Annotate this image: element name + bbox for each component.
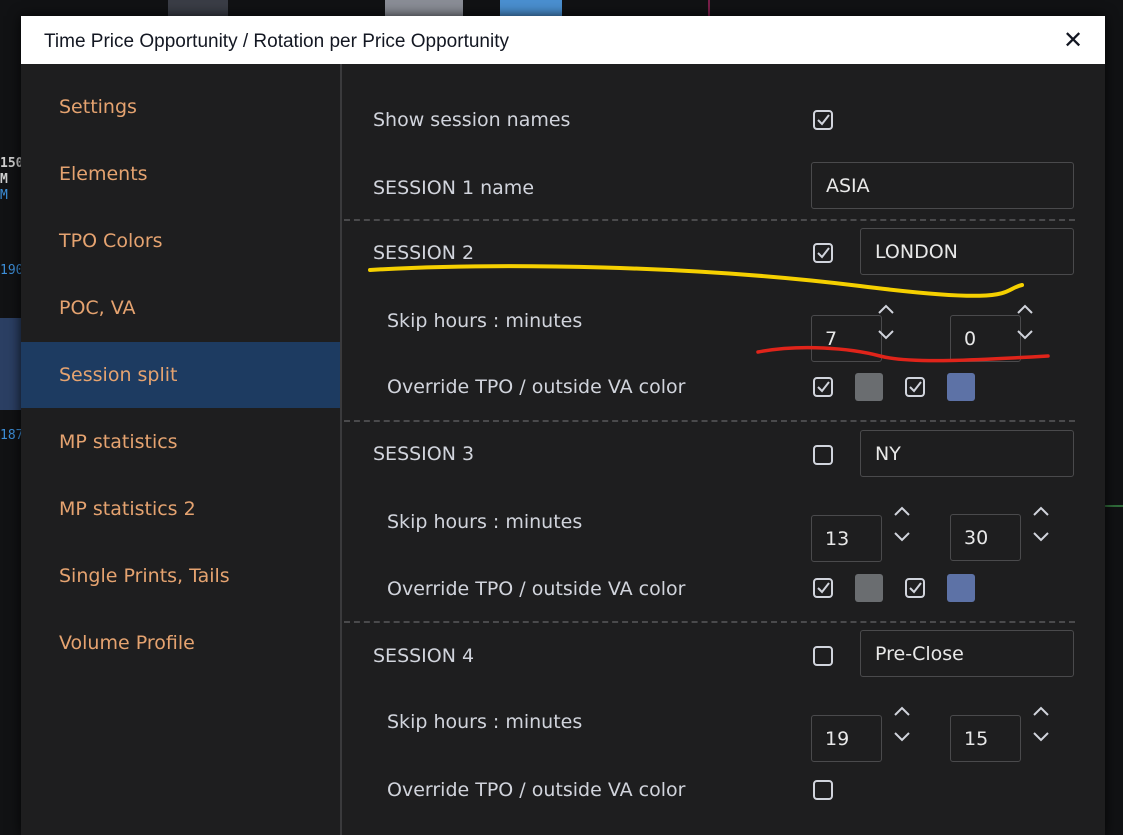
dialog-titlebar: Time Price Opportunity / Rotation per Pr…: [21, 16, 1105, 64]
sidebar-item-label: MP statistics: [59, 431, 178, 453]
session4-name-input[interactable]: Pre-Close: [860, 630, 1074, 677]
show-session-names-label: Show session names: [373, 109, 571, 131]
session2-label: SESSION 2: [373, 242, 475, 264]
session2-skip-label: Skip hours : minutes: [387, 310, 583, 332]
session2-va-override-checkbox[interactable]: [905, 377, 925, 397]
session3-va-color-swatch[interactable]: [947, 574, 975, 602]
price-label: M: [0, 188, 8, 203]
sidebar-item-label: Settings: [59, 96, 137, 118]
sidebar-item-mp-statistics[interactable]: MP statistics: [21, 409, 340, 475]
session4-override-checkbox[interactable]: [813, 780, 833, 800]
session3-minutes-value: 30: [964, 526, 989, 549]
minutes-stepper-icon[interactable]: [1029, 504, 1053, 544]
session2-minutes-value: 0: [964, 327, 977, 350]
session4-label: SESSION 4: [373, 645, 475, 667]
session3-skip-label: Skip hours : minutes: [387, 511, 583, 533]
session1-name-input[interactable]: ASIA: [811, 162, 1074, 209]
close-icon[interactable]: ✕: [1061, 28, 1085, 52]
session3-minutes-input[interactable]: 30: [950, 514, 1021, 561]
session2-override-label: Override TPO / outside VA color: [387, 376, 686, 398]
session1-name-value: ASIA: [826, 174, 870, 197]
settings-sidebar: Settings Elements TPO Colors POC, VA Ses…: [21, 64, 342, 835]
sidebar-item-session-split[interactable]: Session split: [21, 342, 340, 408]
session2-tpo-override-checkbox[interactable]: [813, 377, 833, 397]
session4-minutes-value: 15: [964, 727, 989, 750]
checkmark-icon: [817, 582, 830, 594]
sidebar-item-label: Single Prints, Tails: [59, 565, 230, 587]
session4-skip-label: Skip hours : minutes: [387, 711, 583, 733]
section-divider: [344, 420, 1075, 422]
session3-va-override-checkbox[interactable]: [905, 578, 925, 598]
session2-va-color-swatch[interactable]: [947, 373, 975, 401]
sidebar-item-elements[interactable]: Elements: [21, 141, 340, 207]
sidebar-item-tpo-colors[interactable]: TPO Colors: [21, 208, 340, 274]
dialog-title: Time Price Opportunity / Rotation per Pr…: [44, 31, 509, 52]
chart-bar: [385, 0, 463, 16]
session4-hours-input[interactable]: 19: [811, 715, 882, 762]
checkmark-icon: [909, 381, 922, 393]
session2-name-value: LONDON: [875, 240, 958, 263]
session3-tpo-override-checkbox[interactable]: [813, 578, 833, 598]
session2-enabled-checkbox[interactable]: [813, 243, 833, 263]
session3-label: SESSION 3: [373, 443, 475, 465]
checkmark-icon: [817, 381, 830, 393]
sidebar-item-volume-profile[interactable]: Volume Profile: [21, 610, 340, 676]
session2-hours-value: 7: [825, 327, 838, 350]
session4-hours-value: 19: [825, 727, 850, 750]
session-split-panel: Show session names SESSION 1 name ASIA S…: [342, 64, 1105, 835]
session4-name-value: Pre-Close: [875, 642, 964, 665]
session3-hours-input[interactable]: 13: [811, 515, 882, 562]
session4-minutes-input[interactable]: 15: [950, 715, 1021, 762]
minutes-stepper-icon[interactable]: [1029, 704, 1053, 744]
session3-name-value: NY: [875, 442, 901, 465]
checkmark-icon: [817, 114, 830, 126]
hours-stepper-icon[interactable]: [890, 704, 914, 744]
session2-tpo-color-swatch[interactable]: [855, 373, 883, 401]
sidebar-item-settings[interactable]: Settings: [21, 74, 340, 140]
sidebar-item-label: MP statistics 2: [59, 498, 196, 520]
hours-stepper-icon[interactable]: [874, 302, 898, 342]
chart-bar: [168, 0, 228, 16]
session3-enabled-checkbox[interactable]: [813, 445, 833, 465]
hours-stepper-icon[interactable]: [890, 504, 914, 544]
section-divider: [344, 621, 1075, 623]
session3-hours-value: 13: [825, 527, 850, 550]
minutes-stepper-icon[interactable]: [1013, 302, 1037, 342]
sidebar-item-single-prints-tails[interactable]: Single Prints, Tails: [21, 543, 340, 609]
chart-bar: [0, 318, 21, 410]
sidebar-item-label: POC, VA: [59, 297, 136, 319]
session3-override-label: Override TPO / outside VA color: [387, 578, 686, 600]
session2-minutes-input[interactable]: 0: [950, 315, 1021, 362]
session2-hours-input[interactable]: 7: [811, 315, 882, 362]
section-divider: [344, 219, 1075, 221]
show-session-names-checkbox[interactable]: [813, 110, 833, 130]
chart-bar: [500, 0, 562, 16]
sidebar-item-label: TPO Colors: [59, 230, 163, 252]
session1-name-label: SESSION 1 name: [373, 177, 535, 199]
chart-line: [708, 0, 710, 16]
price-label: 187: [0, 428, 24, 443]
session3-tpo-color-swatch[interactable]: [855, 574, 883, 602]
sidebar-item-label: Elements: [59, 163, 148, 185]
session4-override-label: Override TPO / outside VA color: [387, 779, 686, 801]
settings-dialog: Time Price Opportunity / Rotation per Pr…: [21, 16, 1105, 835]
price-label: 190: [0, 263, 24, 278]
session4-enabled-checkbox[interactable]: [813, 646, 833, 666]
sidebar-item-poc-va[interactable]: POC, VA: [21, 275, 340, 341]
checkmark-icon: [909, 582, 922, 594]
sidebar-item-label: Volume Profile: [59, 632, 195, 654]
chart-line: [1105, 505, 1123, 507]
session2-name-input[interactable]: LONDON: [860, 228, 1074, 275]
price-label: 150: [0, 156, 24, 171]
price-label: M: [0, 172, 8, 187]
sidebar-item-label: Session split: [59, 364, 178, 386]
checkmark-icon: [817, 247, 830, 259]
session3-name-input[interactable]: NY: [860, 430, 1074, 477]
sidebar-item-mp-statistics-2[interactable]: MP statistics 2: [21, 476, 340, 542]
